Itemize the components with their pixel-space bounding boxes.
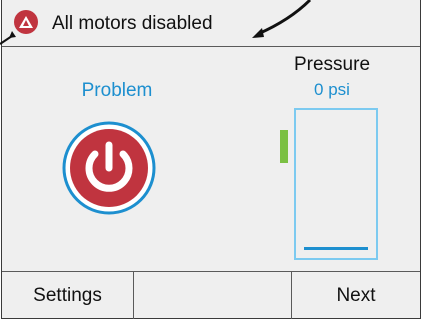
status-bar: All motors disabled [2,0,420,47]
pressure-title: Pressure [293,54,371,75]
pressure-gauge-fill [304,247,368,250]
device-screen: All motors disabled Problem Pressure 0 p… [1,0,421,319]
power-button[interactable] [62,121,156,215]
pressure-value: 0 psi [314,80,350,99]
power-icon [62,121,156,215]
softkey-bar: Settings Next [2,271,420,319]
pressure-gauge [294,108,378,260]
alert-triangle-icon [14,10,38,34]
next-button[interactable]: Next [292,272,420,319]
gauge-marker [280,130,288,163]
problem-label: Problem [81,80,153,101]
status-message: All motors disabled [52,13,213,34]
middle-softkey[interactable] [134,272,292,319]
settings-button[interactable]: Settings [2,272,134,319]
